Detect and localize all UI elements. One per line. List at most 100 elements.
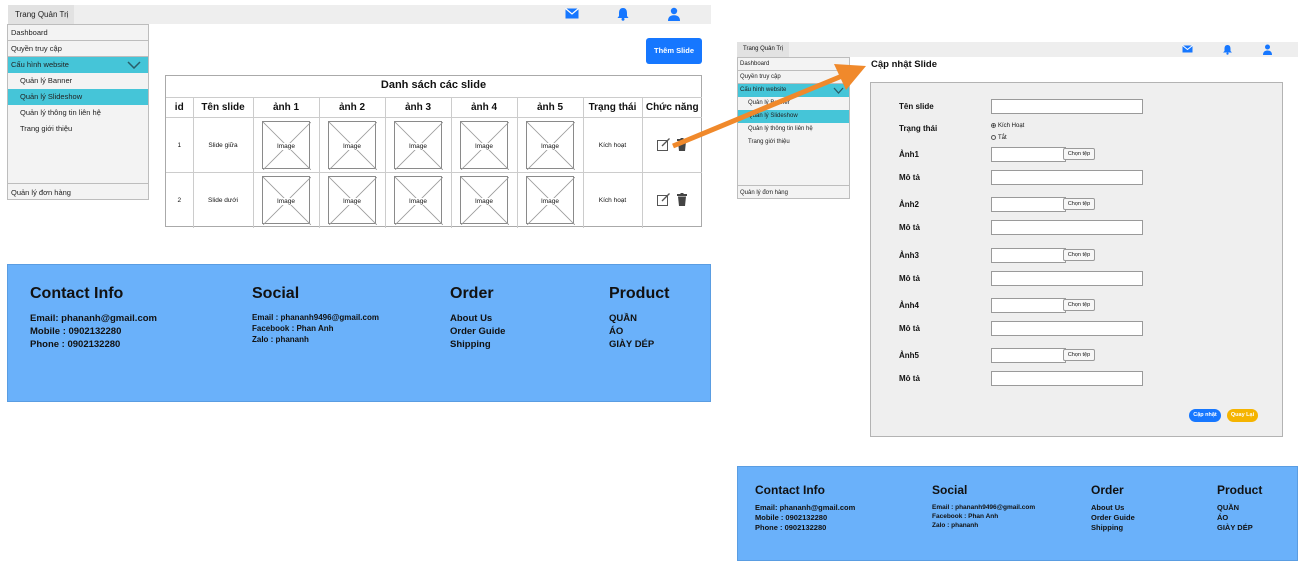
footer-link[interactable]: GIÀY DÉP [609,338,669,351]
desc-label: Mô tả [899,274,920,283]
desc-label: Mô tả [899,374,920,383]
footer-heading: Social [932,483,968,497]
cell-actions [641,117,702,173]
footer-line: Email: phananh@gmail.com [755,503,856,512]
footer-line: Email : phananh9496@gmail.com [932,504,1036,511]
chevron-down-icon[interactable] [127,61,141,69]
image-placeholder: Image [526,121,575,170]
choose-file-button[interactable]: Chọn tệp [1063,299,1095,311]
image3-file-field[interactable] [991,248,1066,263]
footer-line: Facebook : Phan Anh [252,324,334,333]
footer-line: Mobile : 0902132280 [30,326,122,337]
sidebar-item-orders[interactable]: Quản lý đơn hàng [8,183,148,200]
image3-label: Ảnh3 [899,251,919,260]
image5-file-field[interactable] [991,348,1066,363]
sidebar-item-slideshow[interactable]: Quản lý Slideshow [738,110,849,123]
sidebar-item-banner[interactable]: Quản lý Banner [8,73,148,89]
sidebar-item-contact[interactable]: Quản lý thông tin liên hệ [738,123,849,136]
update-button[interactable]: Cập nhật [1189,409,1221,422]
footer-heading: Contact Info [30,285,124,302]
sidebar-item-orders[interactable]: Quản lý đơn hàng [738,185,849,199]
slide-name-input[interactable] [991,99,1143,114]
desc5-input[interactable] [991,371,1143,386]
trash-icon[interactable] [677,192,688,206]
mail-icon[interactable] [565,8,579,19]
desc3-input[interactable] [991,271,1143,286]
desc4-input[interactable] [991,321,1143,336]
footer-link[interactable]: Order Guide [450,325,505,338]
choose-file-button[interactable]: Chọn tệp [1063,148,1095,160]
col-header: ảnh 2 [318,97,385,118]
image2-file-field[interactable] [991,197,1066,212]
footer-link[interactable]: ÁO [1217,513,1262,523]
cell-status: Kích hoạt [582,172,642,228]
update-slide-form: Tên slide Trạng thái Kích Hoạt Tắt Ảnh1 … [870,82,1283,437]
edit-icon[interactable] [657,137,671,151]
trash-icon[interactable] [677,137,688,151]
footer-link[interactable]: Shipping [1091,523,1135,533]
cell-status: Kích hoạt [582,117,642,173]
user-icon[interactable] [667,7,681,21]
footer-line: Phone : 0902132280 [755,523,827,532]
image2-label: Ảnh2 [899,200,919,209]
footer-heading: Order [450,285,494,302]
sidebar-item-about[interactable]: Trang giới thiệu [738,136,849,149]
chevron-down-icon[interactable] [833,87,844,94]
sidebar-item-about[interactable]: Trang giới thiệu [8,121,148,137]
footer-heading: Social [252,285,300,302]
status-radio-off[interactable]: Tắt [991,135,1007,141]
footer-link[interactable]: About Us [450,312,505,325]
footer-link[interactable]: About Us [1091,503,1135,513]
image1-file-field[interactable] [991,147,1066,162]
sidebar-item-website-config[interactable]: Cấu hình website [8,57,148,73]
footer-link[interactable]: QUẦN [609,312,669,325]
choose-file-button[interactable]: Chọn tệp [1063,198,1095,210]
radio-icon [991,135,996,140]
sidebar-item-access[interactable]: Quyền truy cập [738,71,849,84]
sidebar-item-dashboard[interactable]: Dashboard [8,25,148,41]
footer-link[interactable]: ÁO [609,325,669,338]
user-icon[interactable] [1262,44,1273,55]
col-header: id [166,97,193,118]
footer-link[interactable]: Order Guide [1091,513,1135,523]
add-slide-button[interactable]: Thêm Slide [646,38,702,64]
choose-file-button[interactable]: Chọn tệp [1063,249,1095,261]
desc1-input[interactable] [991,170,1143,185]
footer-link[interactable]: Shipping [450,338,505,351]
status-radio-active[interactable]: Kích Hoạt [991,123,1024,129]
desc2-input[interactable] [991,220,1143,235]
mail-icon[interactable] [1182,45,1193,53]
sidebar-item-website-config[interactable]: Cấu hình website [738,84,849,97]
edit-icon[interactable] [657,192,671,206]
form-title: Cập nhật Slide [871,59,937,70]
image4-file-field[interactable] [991,298,1066,313]
footer-product: Product QUẦN ÁO GIÀY DÉP [1217,483,1262,533]
sidebar: Dashboard Quyền truy cập Cấu hình websit… [7,24,149,200]
sidebar-item-banner[interactable]: Quản lý Banner [738,97,849,110]
sidebar-item-contact[interactable]: Quản lý thông tin liên hệ [8,105,148,121]
col-header: Chức năng [641,97,702,118]
image5-label: Ảnh5 [899,351,919,360]
sidebar-item-label: Cấu hình website [11,60,69,69]
back-button[interactable]: Quay Lại [1227,409,1258,422]
sidebar-item-slideshow[interactable]: Quản lý Slideshow [8,89,148,105]
image-placeholder: Image [328,176,377,226]
table-row: 1 Slide giữa Image Image Image Image Ima… [166,117,702,173]
sidebar-item-access[interactable]: Quyền truy cập [8,41,148,57]
sidebar-item-dashboard[interactable]: Dashboard [738,58,849,71]
footer-link[interactable]: GIÀY DÉP [1217,523,1262,533]
footer-line: Zalo : phananh [932,522,979,529]
app-title: Trang Quản Trị [737,42,789,57]
name-label: Tên slide [899,102,934,111]
bell-icon[interactable] [1222,44,1233,55]
image-placeholder: Image [394,176,443,226]
image-placeholder: Image [460,176,509,226]
sidebar: Dashboard Quyền truy cập Cấu hình websit… [737,57,850,199]
choose-file-button[interactable]: Chọn tệp [1063,349,1095,361]
footer-line: Facebook : Phan Anh [932,513,999,520]
bell-icon[interactable] [616,7,630,21]
col-header: Tên slide [192,97,253,118]
radio-icon [991,123,996,128]
col-header: ảnh 1 [252,97,319,118]
footer-link[interactable]: QUẦN [1217,503,1262,513]
